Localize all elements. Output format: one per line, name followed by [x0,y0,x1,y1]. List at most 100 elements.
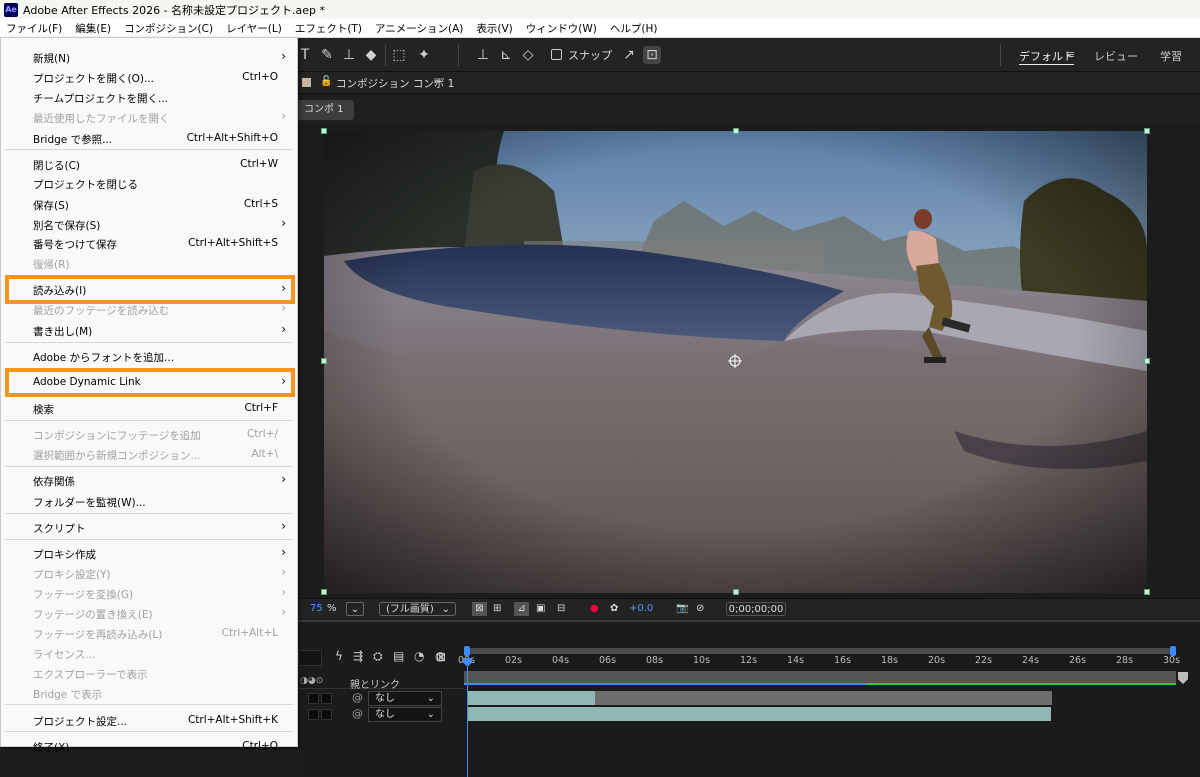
menubar-item[interactable]: コンポジション(C) [124,21,213,36]
menu-item-label: フッテージを変換(G) [33,589,134,601]
resolution-dropdown[interactable]: (フル画質) ⌄ [379,602,456,616]
menu-item-label: 書き出し(M) [33,326,93,338]
brush-tool-icon[interactable]: ✎ [318,46,336,64]
zoom-dropdown-chevron-icon[interactable]: ⌄ [346,602,364,616]
file-menu-item[interactable]: 書き出し(M) › [1,321,297,341]
view-axis-icon[interactable]: ◇ [519,46,537,64]
layer-switch[interactable] [308,693,319,704]
transform-handle[interactable] [1144,358,1150,364]
workspace-menu-icon[interactable]: ≡ [1066,48,1075,61]
puppet-pin-tool-icon[interactable]: ✦ [415,46,433,64]
transparency-grid-icon[interactable]: ⊞ [493,602,501,616]
mask-visibility-icon[interactable]: ⊿ [514,602,529,616]
file-menu-item[interactable]: 新規(N) › [1,48,297,68]
transform-handle[interactable] [1144,589,1150,595]
snap-features-icon[interactable]: ⊡ [643,46,661,64]
timeline-graph-area[interactable]: 00s02s04s06s08s10s12s14s16s18s20s22s24s2… [458,622,1200,777]
menubar-item[interactable]: レイヤー(L) [226,21,282,36]
file-menu-item: Bridge で表示 [1,684,297,704]
eraser-tool-icon[interactable]: ◆ [362,46,380,64]
workspace-review-tab[interactable]: レビュー [1094,48,1138,64]
file-menu-item[interactable]: フォルダーを監視(W)... [1,492,297,512]
layer-switch[interactable] [321,709,332,720]
menubar-item[interactable]: 表示(V) [476,21,512,36]
file-menu-item[interactable]: 依存関係 › [1,471,297,491]
roto-brush-tool-icon[interactable]: ⬚ [390,46,408,64]
fast-preview-icon[interactable]: ⊠ [472,602,487,616]
menubar-item[interactable]: ヘルプ(H) [610,21,658,36]
file-menu-item[interactable]: Adobe からフォントを追加... [1,347,297,367]
transform-handle[interactable] [321,589,327,595]
file-menu-item[interactable]: Bridge で参照... Ctrl+Alt+Shift+O [1,129,297,149]
show-snapshot-icon[interactable]: ⊘ [696,602,704,616]
file-menu-item[interactable]: 終了(X) Ctrl+Q [1,737,297,757]
pickwhip-icon[interactable]: @ [352,691,363,704]
file-menu-item[interactable]: 番号をつけて保存 Ctrl+Alt+Shift+S [1,234,297,254]
composition-panel-header: 🔓 コンポジション コンポ 1 ≡ [298,72,1200,94]
color-management-icon[interactable]: ✿ [610,602,618,616]
file-menu-item[interactable]: 閉じる(C) Ctrl+W [1,155,297,175]
menu-bar: ファイル(F) 編集(E) コンポジション(C) レイヤー(L) エフェクト(T) アニメ… [0,19,1200,38]
local-axis-icon[interactable]: ⊥ [474,46,492,64]
file-menu-item[interactable]: 検索 Ctrl+F [1,399,297,419]
layer-switch[interactable] [321,693,332,704]
file-menu-item[interactable]: チームプロジェクトを開く... [1,88,297,108]
submenu-arrow-icon: › [281,109,286,123]
grid-guides-icon[interactable]: ⊟ [557,602,565,616]
composition-viewer[interactable] [298,123,1200,598]
file-menu-item[interactable]: プロジェクトを閉じる [1,174,297,194]
file-menu-item[interactable]: プロキシ作成 › [1,544,297,564]
menubar-item[interactable]: ファイル(F) [6,21,62,36]
exposure-value[interactable]: +0.0 [629,602,653,616]
channel-rgb-icon[interactable]: ● [590,602,599,616]
comp-end-marker-icon[interactable] [1178,672,1188,684]
file-menu-item[interactable]: スクリプト › [1,518,297,538]
graph-editor-icon[interactable]: ◔ [414,649,424,663]
parent-value: なし [375,693,395,704]
menubar-item[interactable]: 編集(E) [75,21,111,36]
file-menu-item[interactable]: 保存(S) Ctrl+S [1,195,297,215]
transform-handle[interactable] [733,589,739,595]
comp-1-tab[interactable]: コンポ 1 [298,100,354,120]
snap-edges-icon[interactable]: ↗ [620,46,638,64]
clone-stamp-tool-icon[interactable]: ⊥ [340,46,358,64]
file-menu-item[interactable]: プロジェクト設定... Ctrl+Alt+Shift+K [1,711,297,731]
playhead-line[interactable] [467,658,468,777]
panel-menu-icon[interactable]: ≡ [433,75,442,87]
world-axis-icon[interactable]: ⊾ [497,46,515,64]
transform-handle[interactable] [321,128,327,134]
parent-dropdown[interactable]: なし ⌄ [368,707,442,722]
region-of-interest-icon[interactable]: ▣ [536,602,545,616]
file-menu-item[interactable]: プロジェクトを開く(O)... Ctrl+O [1,68,297,88]
layer-1-footage-segment[interactable] [468,691,595,705]
shy-layers-icon[interactable]: ⇶ [353,649,363,663]
motion-blur-icon[interactable]: ▤ [393,649,404,663]
frame-blending-icon[interactable]: ⛭ [373,649,383,664]
layer-row[interactable]: @ なし ⌄ [298,691,464,706]
comp-flowchart-icon[interactable]: ⊠ [436,650,446,664]
menubar-item[interactable]: エフェクト(T) [295,21,362,36]
draft-3d-icon[interactable]: ϟ [335,649,343,663]
lock-icon[interactable]: 🔓 [320,76,332,87]
text-tool-icon[interactable]: T [296,46,314,64]
transform-handle[interactable] [733,128,739,134]
time-ruler[interactable]: 00s02s04s06s08s10s12s14s16s18s20s22s24s2… [458,622,1180,670]
layer-2-duration-bar[interactable] [468,707,1051,721]
ruler-tick-label: 30s [1163,655,1181,666]
transform-handle[interactable] [1144,128,1150,134]
file-menu-item[interactable]: 別名で保存(S) › [1,215,297,235]
current-timecode[interactable]: 0;00;00;00 [726,602,786,616]
workspace-learn-tab[interactable]: 学習 [1160,48,1182,64]
menubar-item[interactable]: ウィンドウ(W) [526,21,597,36]
layer-switch[interactable] [308,709,319,720]
zoom-value[interactable]: 75 [310,602,323,616]
pickwhip-icon[interactable]: @ [352,707,363,720]
parent-dropdown[interactable]: なし ⌄ [368,691,442,706]
menubar-item[interactable]: アニメーション(A) [375,21,463,36]
transform-handle[interactable] [321,358,327,364]
snapshot-camera-icon[interactable]: 📷 [676,602,688,616]
snap-label: スナップ [568,49,612,62]
timeline-search-input[interactable] [298,650,322,666]
snap-checkbox[interactable] [551,49,562,60]
layer-row[interactable]: @ なし ⌄ [298,707,464,722]
